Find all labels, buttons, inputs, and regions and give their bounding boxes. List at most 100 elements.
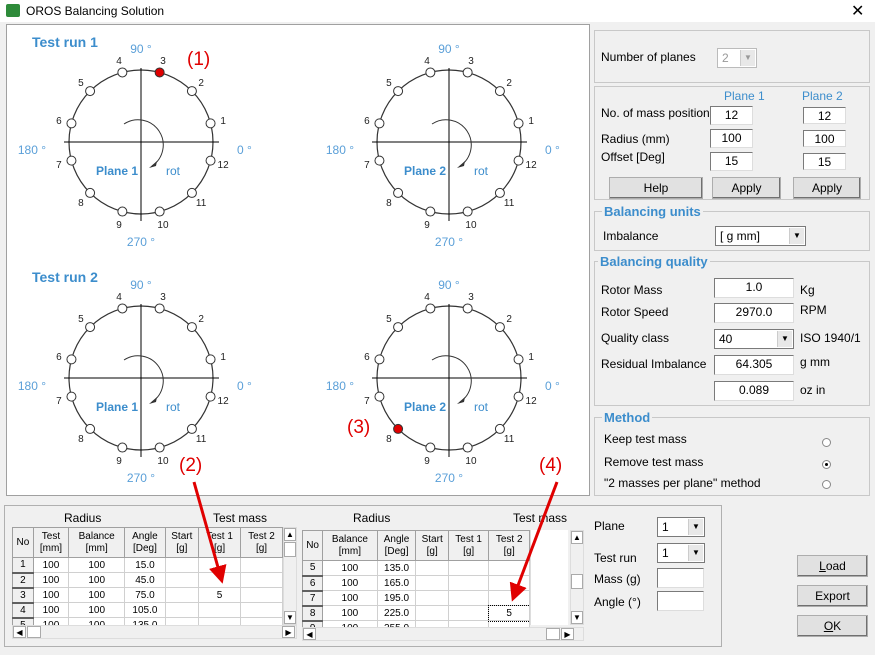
apply-plane1-button[interactable]: Apply [712, 177, 781, 199]
table-cell[interactable] [164, 572, 200, 588]
table-cell[interactable] [447, 560, 490, 576]
scroll-thumb[interactable] [27, 626, 41, 638]
scroll-left-icon[interactable]: ◀ [303, 628, 316, 640]
table-cell[interactable]: 100 [68, 587, 126, 603]
table-cell[interactable] [164, 602, 200, 618]
table-cell[interactable] [415, 605, 449, 621]
method-two-masses-radio[interactable] [822, 480, 831, 489]
rotor-speed-input[interactable]: 2970.0 [714, 303, 794, 323]
table-cell[interactable]: 135.0 [376, 560, 417, 576]
row-number[interactable]: 8 [301, 605, 324, 622]
p2-positions-input[interactable]: 12 [803, 107, 846, 124]
table-cell[interactable]: 100 [322, 605, 378, 621]
table-cell[interactable]: 165.0 [376, 575, 417, 591]
rotor-mass-input[interactable]: 1.0 [714, 278, 794, 298]
entry-run-select[interactable]: 1 ▼ [657, 543, 705, 563]
table-cell[interactable]: 100 [68, 557, 126, 573]
table2-hscroll[interactable]: ◀ ▶ [302, 627, 584, 641]
row-number[interactable]: 4 [12, 602, 34, 619]
entry-plane-select[interactable]: 1 ▼ [657, 517, 705, 537]
close-icon[interactable]: ✕ [851, 1, 864, 21]
p2-radius-input[interactable]: 100 [803, 130, 846, 147]
table-cell[interactable] [240, 602, 283, 618]
scroll-right-icon[interactable]: ▶ [561, 628, 574, 640]
imbalance-unit-select[interactable]: [ g mm] ▼ [715, 226, 806, 246]
mass-position-label: 9 [424, 456, 430, 467]
table-cell[interactable]: 100 [322, 560, 378, 576]
row-number[interactable]: 2 [12, 572, 34, 589]
load-button[interactable]: Load [797, 555, 868, 577]
table-cell[interactable]: 100 [68, 572, 126, 588]
row-number[interactable]: 7 [301, 590, 324, 607]
p1-positions-input[interactable]: 12 [710, 106, 753, 125]
ok-button[interactable]: OK [797, 615, 868, 637]
table-cell[interactable]: 105.0 [124, 602, 166, 618]
angle-label-180: 180 ° [326, 379, 354, 393]
table-cell[interactable] [198, 557, 242, 573]
table1-vscroll[interactable]: ▲ ▼ [283, 527, 297, 625]
column-header: Test 2 [g] [240, 527, 283, 558]
table-cell[interactable] [415, 590, 449, 606]
row-number[interactable]: 1 [12, 557, 34, 574]
entry-angle-input[interactable] [657, 591, 704, 611]
table-cell[interactable]: 195.0 [376, 590, 417, 606]
scroll-thumb[interactable] [571, 574, 583, 589]
table1[interactable]: No Test [mm] Balance [mm] Angle [Deg] Start … [12, 527, 283, 634]
method-remove-radio[interactable] [822, 460, 831, 469]
num-planes-select[interactable]: 2 ▼ [717, 48, 757, 68]
method-keep-radio[interactable] [822, 438, 831, 447]
table-cell[interactable] [415, 575, 449, 591]
table-cell[interactable]: 100 [32, 587, 70, 603]
scroll-right-icon[interactable]: ▶ [282, 626, 295, 638]
table-cell[interactable] [447, 575, 490, 591]
table-cell[interactable]: 45.0 [124, 572, 166, 588]
table-cell[interactable] [488, 590, 530, 606]
table-cell[interactable]: 75.0 [124, 587, 166, 603]
entry-mass-input[interactable] [657, 568, 704, 588]
p1-radius-input[interactable]: 100 [710, 129, 753, 148]
table1-hscroll[interactable]: ◀ ▶ [12, 625, 297, 639]
table2[interactable]: No Balance [mm] Angle [Deg] Start [g] Test 1… [301, 530, 531, 637]
table-cell[interactable]: 5 [198, 587, 242, 603]
table-cell[interactable]: 5 [487, 604, 531, 622]
table-cell[interactable]: 100 [32, 557, 70, 573]
scroll-down-icon[interactable]: ▼ [571, 611, 583, 624]
row-number[interactable]: 6 [301, 575, 324, 592]
table-cell[interactable] [447, 590, 490, 606]
scroll-down-icon[interactable]: ▼ [284, 611, 296, 624]
quality-class-select[interactable]: 40 ▼ [714, 329, 794, 349]
table-cell[interactable] [488, 575, 530, 591]
export-button[interactable]: Export [797, 585, 868, 607]
scroll-thumb[interactable] [284, 542, 296, 557]
scroll-up-icon[interactable]: ▲ [284, 528, 296, 541]
method-two-masses-label: "2 masses per plane" method [604, 476, 761, 490]
table-cell[interactable]: 225.0 [376, 605, 417, 621]
row-number[interactable]: 5 [301, 560, 324, 577]
scroll-left-icon[interactable]: ◀ [13, 626, 26, 638]
scroll-thumb[interactable] [546, 628, 560, 640]
apply-plane2-button[interactable]: Apply [793, 177, 861, 199]
scroll-up-icon[interactable]: ▲ [571, 531, 583, 544]
table-cell[interactable] [198, 572, 242, 588]
table-cell[interactable]: 100 [322, 590, 378, 606]
table-cell[interactable] [198, 602, 242, 618]
balancing-diagrams[interactable]: Plane 1 rot90 °270 °180 ° 0 °123456789 1011… [7, 25, 591, 497]
p2-offset-input[interactable]: 15 [803, 153, 846, 170]
table-cell[interactable] [488, 560, 530, 576]
table-cell[interactable]: 15.0 [124, 557, 166, 573]
help-button[interactable]: Help [609, 177, 703, 199]
table-cell[interactable] [447, 605, 490, 621]
table-cell[interactable] [415, 560, 449, 576]
row-number[interactable]: 3 [12, 587, 34, 604]
table-cell[interactable] [240, 572, 283, 588]
table-cell[interactable]: 100 [322, 575, 378, 591]
table-cell[interactable] [240, 557, 283, 573]
table2-vscroll[interactable]: ▲ ▼ [570, 530, 584, 625]
table-cell[interactable] [240, 587, 283, 603]
table-cell[interactable] [164, 557, 200, 573]
table-cell[interactable]: 100 [68, 602, 126, 618]
p1-offset-input[interactable]: 15 [710, 152, 753, 171]
table-cell[interactable] [164, 587, 200, 603]
table-cell[interactable]: 100 [32, 602, 70, 618]
table-cell[interactable]: 100 [32, 572, 70, 588]
